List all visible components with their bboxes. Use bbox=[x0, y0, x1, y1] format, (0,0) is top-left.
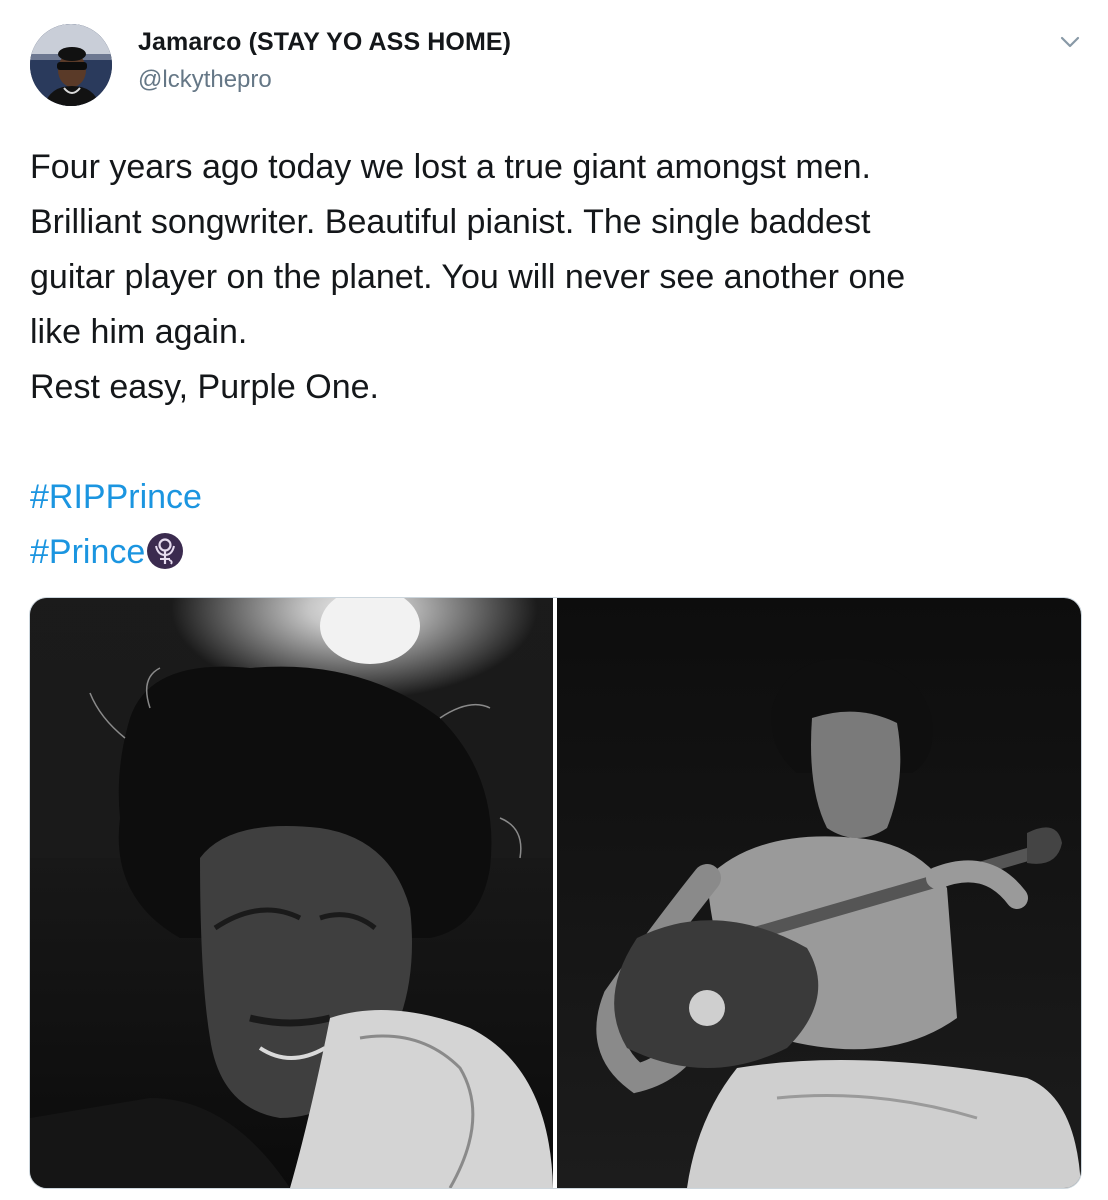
photo-portrait[interactable] bbox=[30, 598, 553, 1188]
hashtag-ripprince-link[interactable]: #RIPPrince bbox=[30, 478, 202, 516]
tweet-text-line: guitar player on the planet. You will ne… bbox=[30, 258, 906, 296]
tweet-text-line: like him again. bbox=[30, 313, 248, 351]
hashtag-prince-link[interactable]: #Prince bbox=[30, 533, 145, 571]
hashtag-line: #Prince bbox=[30, 525, 1090, 580]
author-display-name[interactable]: Jamarco (STAY YO ASS HOME) bbox=[138, 28, 511, 57]
prince-love-symbol-icon bbox=[147, 531, 184, 569]
author-avatar[interactable] bbox=[30, 24, 112, 106]
tweet-text-line: Brilliant songwriter. Beautiful pianist.… bbox=[30, 203, 871, 241]
media-grid bbox=[29, 597, 1082, 1189]
tweet-text-line: Rest easy, Purple One. bbox=[30, 368, 379, 406]
photo-guitarist[interactable] bbox=[557, 598, 1081, 1188]
author-handle[interactable]: @lckythepro bbox=[138, 66, 272, 94]
tweet-card: Jamarco (STAY YO ASS HOME) @lckythepro F… bbox=[0, 0, 1108, 1200]
hashtag-line: #RIPPrince bbox=[30, 470, 1090, 525]
paragraph-break bbox=[30, 415, 1090, 470]
chevron-down-icon[interactable] bbox=[1056, 28, 1084, 56]
tweet-text: Four years ago today we lost a true gian… bbox=[30, 140, 1090, 580]
tweet-text-line: Four years ago today we lost a true gian… bbox=[30, 148, 872, 186]
